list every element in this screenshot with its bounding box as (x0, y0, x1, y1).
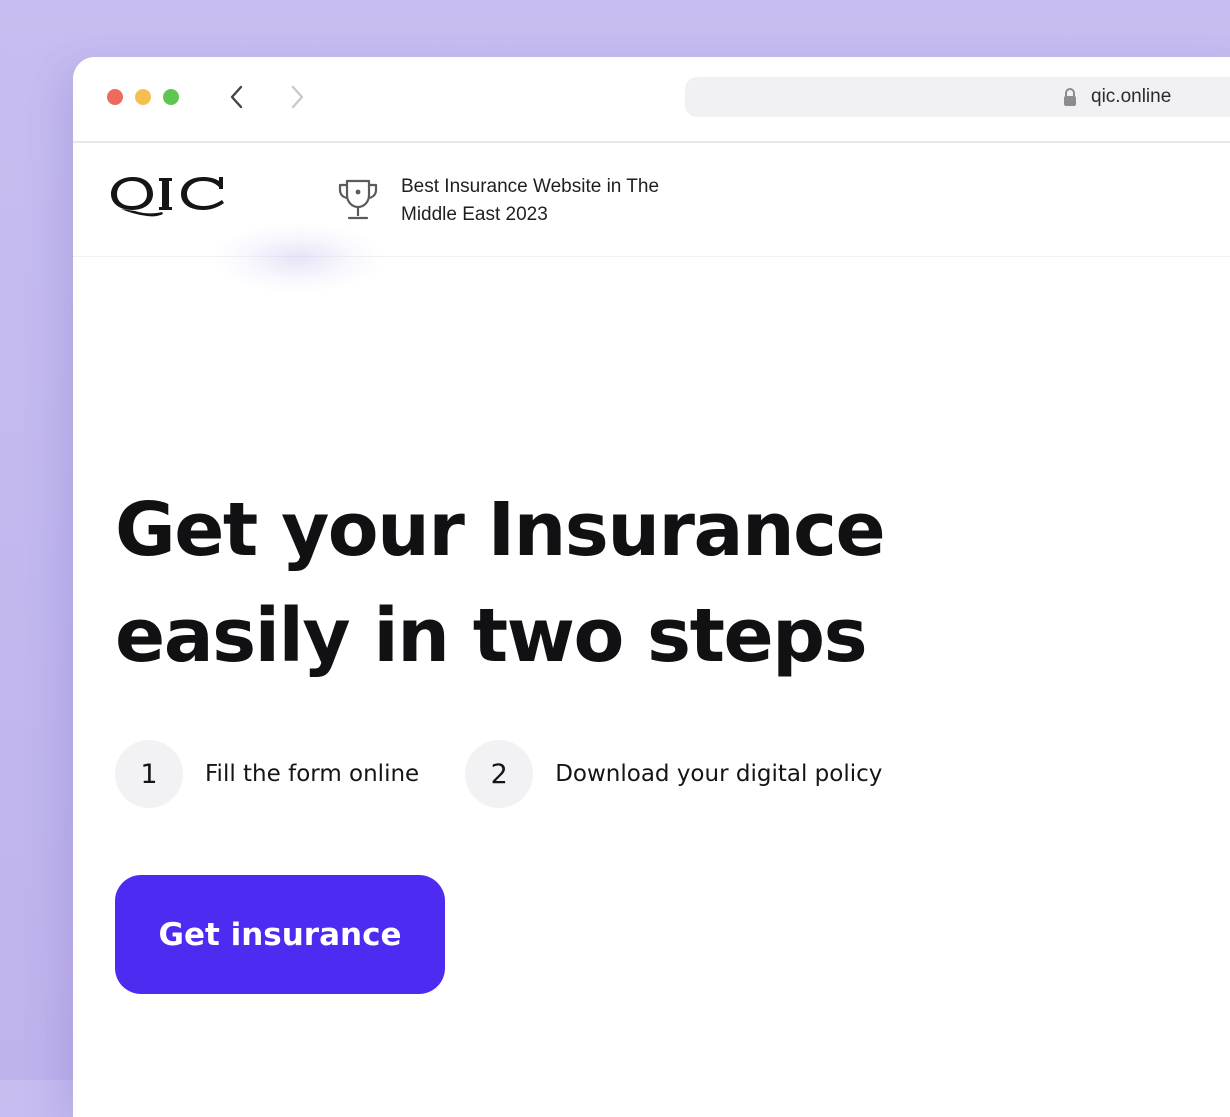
lock-icon (1064, 88, 1076, 106)
close-window-button[interactable] (107, 89, 123, 105)
step-item: 1 Fill the form online (115, 740, 419, 808)
chevron-right-icon (291, 85, 304, 109)
hero-title-line-2: easily in two steps (115, 593, 868, 679)
award-text: Best Insurance Website in The Middle Eas… (401, 173, 721, 229)
step-item: 2 Download your digital policy (465, 740, 882, 808)
browser-toolbar: qic.online (73, 57, 1230, 143)
maximize-window-button[interactable] (163, 89, 179, 105)
qic-logo[interactable] (107, 169, 231, 221)
address-bar[interactable]: qic.online (685, 77, 1230, 117)
step-number-badge: 1 (115, 740, 183, 808)
chevron-left-icon (230, 85, 243, 109)
trophy-icon (338, 179, 378, 220)
award-line-2: Middle East 2023 (401, 204, 548, 225)
step-label: Fill the form online (205, 761, 420, 787)
back-button[interactable] (222, 81, 252, 113)
forward-button[interactable] (282, 81, 312, 113)
site-header: Best Insurance Website in The Middle Eas… (73, 143, 1230, 293)
background-glow (213, 223, 383, 293)
minimize-window-button[interactable] (135, 89, 151, 105)
steps-list: 1 Fill the form online 2 Download your d… (115, 739, 882, 809)
hero-title-line-1: Get your Insurance (115, 487, 886, 573)
hero-title: Get your Insurance easily in two steps (115, 477, 886, 689)
step-label: Download your digital policy (555, 761, 883, 787)
url-text: qic.online (1091, 86, 1172, 107)
browser-window: qic.online Best Insurance Website in The… (73, 57, 1230, 1117)
award-line-1: Best Insurance Website in The (401, 176, 660, 197)
get-insurance-button[interactable]: Get insurance (115, 875, 445, 994)
step-number-badge: 2 (465, 740, 534, 808)
